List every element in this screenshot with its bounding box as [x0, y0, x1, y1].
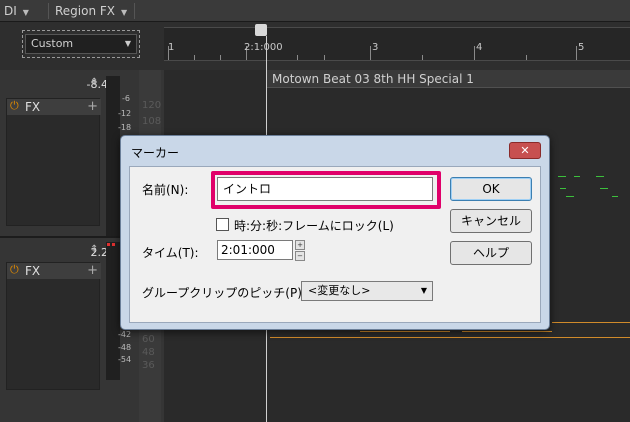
dialog-title: マーカー — [131, 146, 180, 160]
preset-focus-frame: Custom ▼ — [22, 30, 140, 58]
midi-note — [560, 188, 566, 189]
name-label: 名前(N): — [142, 183, 189, 197]
time-input[interactable]: 2:01:000 — [217, 240, 293, 260]
help-button[interactable]: ヘルプ — [450, 241, 532, 265]
scale-number: 108 — [142, 116, 162, 127]
close-icon: ✕ — [520, 144, 530, 157]
playhead-handle[interactable] — [255, 24, 267, 36]
ok-button-label: OK — [482, 182, 500, 196]
meter-label: -42 — [118, 330, 132, 339]
time-spin-up[interactable]: + — [295, 240, 305, 250]
scale-number: 120 — [142, 100, 162, 111]
minus-icon: − — [297, 252, 303, 260]
midi-note — [552, 322, 630, 323]
name-input-value: イントロ — [223, 182, 272, 196]
time-spin-down[interactable]: − — [295, 251, 305, 261]
fx-bin[interactable]: ⏻ FX + — [6, 98, 101, 226]
ok-button[interactable]: OK — [450, 177, 532, 201]
preset-value: Custom — [31, 37, 74, 50]
ruler-label: 4 — [476, 42, 483, 53]
ruler-tick — [324, 55, 325, 60]
chevron-down-icon: ▼ — [124, 39, 131, 48]
midi-note — [596, 176, 604, 177]
chevron-down-icon: ▼ — [22, 8, 29, 17]
dialog-body: 名前(N): イントロ 時:分:秒:フレームにロック(L) タイム(T): 2:… — [129, 166, 541, 323]
ruler-tick — [220, 55, 221, 60]
cancel-button[interactable]: キャンセル — [450, 209, 532, 233]
menu-midi[interactable]: DI ▼ — [4, 3, 29, 19]
ruler-tick — [576, 46, 577, 60]
midi-note — [558, 176, 566, 177]
plus-icon[interactable]: + — [87, 99, 98, 114]
meter-label: -6 — [122, 94, 130, 103]
chevron-up-icon[interactable]: ⇞ — [90, 77, 98, 88]
menu-bar: DI ▼ Region FX ▼ — [0, 0, 630, 22]
scale-number: 36 — [142, 360, 155, 371]
fx-bin-header: ⏻ FX + — [7, 263, 101, 279]
menu-divider — [134, 3, 135, 19]
level-meter — [106, 76, 120, 236]
ruler-tick — [474, 46, 475, 60]
toolbar: Custom ▼ 1 2:1:000 3 4 5 — [0, 22, 630, 70]
pitch-label: グループクリップのピッチ(P): — [142, 286, 306, 300]
meter-label: -12 — [118, 109, 132, 118]
scale-number: 48 — [142, 347, 155, 358]
midi-note — [612, 196, 618, 197]
clip-indicator — [107, 243, 110, 246]
ruler-tick — [422, 55, 423, 60]
clip-title: Motown Beat 03 8th HH Special 1 — [272, 72, 474, 86]
chevron-up-icon[interactable]: ⇞ — [90, 244, 98, 255]
cancel-button-label: キャンセル — [460, 214, 521, 228]
midi-note — [462, 331, 552, 332]
dialog-titlebar[interactable]: マーカー ✕ — [121, 136, 549, 166]
midi-note — [360, 331, 450, 332]
midi-note — [270, 337, 630, 338]
ruler-tick — [297, 55, 298, 60]
close-button[interactable]: ✕ — [509, 142, 541, 159]
timeline-ruler[interactable]: 1 2:1:000 3 4 5 — [164, 27, 630, 61]
meter-label: -54 — [118, 355, 132, 364]
fx-bin-header: ⏻ FX + — [7, 99, 101, 115]
midi-note — [600, 188, 608, 189]
midi-note — [566, 196, 574, 197]
time-label: タイム(T): — [142, 246, 199, 260]
pitch-select[interactable]: <変更なし> ▼ — [301, 281, 433, 301]
power-icon[interactable]: ⏻ — [10, 100, 22, 112]
fx-bin[interactable]: ⏻ FX + — [6, 262, 101, 390]
chevron-down-icon: ▼ — [420, 286, 427, 295]
menu-region-fx-label: Region FX — [55, 4, 116, 18]
help-button-label: ヘルプ — [472, 246, 509, 260]
ruler-tick — [370, 46, 371, 60]
fx-label: FX — [25, 100, 41, 114]
ruler-tick — [194, 55, 195, 60]
ruler-label: 5 — [578, 42, 585, 53]
ruler-label: 2:1:000 — [244, 42, 283, 53]
lock-checkbox[interactable] — [216, 218, 229, 231]
menu-divider — [48, 3, 49, 19]
meter-label: -18 — [118, 123, 132, 132]
ruler-label: 3 — [372, 42, 379, 53]
time-input-value: 2:01:000 — [221, 243, 275, 257]
fx-label: FX — [25, 264, 41, 278]
menu-midi-label: DI — [4, 4, 17, 18]
ruler-label: 1 — [168, 42, 175, 53]
lock-label: 時:分:秒:フレームにロック(L) — [234, 219, 394, 233]
power-icon[interactable]: ⏻ — [10, 264, 22, 276]
preset-dropdown[interactable]: Custom ▼ — [25, 34, 137, 54]
chevron-down-icon: ▼ — [121, 8, 128, 17]
pitch-select-value: <変更なし> — [308, 284, 371, 297]
clip-indicator — [112, 243, 115, 246]
menu-region-fx[interactable]: Region FX ▼ — [55, 3, 127, 19]
clip-header[interactable]: Motown Beat 03 8th HH Special 1 — [266, 70, 630, 88]
plus-icon[interactable]: + — [87, 263, 98, 278]
midi-note — [574, 176, 580, 177]
ruler-tick — [526, 55, 527, 60]
marker-dialog: マーカー ✕ 名前(N): イントロ 時:分:秒:フレームにロック(L) タイム… — [120, 135, 550, 330]
name-input[interactable]: イントロ — [217, 177, 433, 201]
meter-label: -48 — [118, 343, 132, 352]
scale-number: 60 — [142, 334, 155, 345]
plus-icon: + — [297, 241, 303, 249]
